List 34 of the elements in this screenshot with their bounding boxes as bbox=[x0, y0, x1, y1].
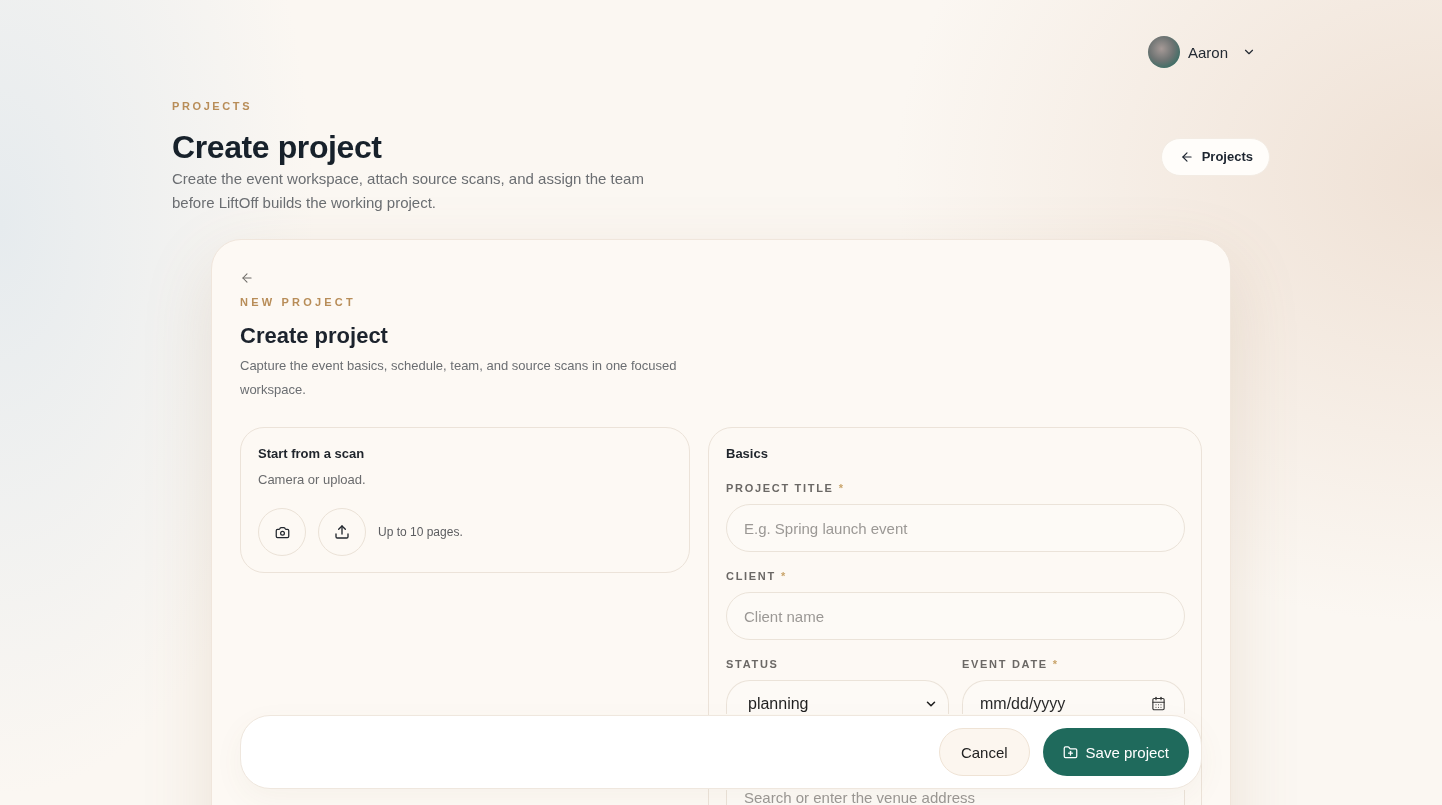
user-menu-button[interactable]: Aaron bbox=[1147, 36, 1256, 68]
input-field[interactable]: Client name bbox=[726, 592, 1185, 640]
required-mark: * bbox=[838, 482, 843, 494]
folder-plus-icon bbox=[1062, 744, 1078, 760]
page-limit-note: Up to 10 pages. bbox=[378, 525, 463, 539]
back-button[interactable] bbox=[240, 271, 254, 285]
input-field[interactable]: E.g. Spring launch event bbox=[726, 504, 1185, 552]
page-title: Create project bbox=[172, 128, 383, 167]
panel-title: Basics bbox=[726, 445, 769, 463]
panel-title: Start from a scan bbox=[258, 445, 366, 463]
status-select[interactable]: planning bbox=[726, 680, 949, 714]
card-title: Create project bbox=[240, 322, 389, 350]
save-project-button[interactable]: Save project bbox=[1042, 728, 1189, 776]
field-label: CLIENT bbox=[726, 570, 776, 582]
upload-icon bbox=[334, 524, 350, 540]
cancel-button[interactable]: Cancel bbox=[938, 728, 1030, 776]
projects-back-button[interactable]: Projects bbox=[1160, 137, 1270, 176]
card-eyebrow: NEW PROJECT bbox=[240, 295, 357, 310]
arrow-left-icon bbox=[240, 271, 254, 285]
required-mark: * bbox=[780, 570, 786, 582]
venue-search-field[interactable]: Search or enter the venue address bbox=[726, 790, 1185, 805]
calendar-icon bbox=[1151, 696, 1166, 711]
field-label: STATUS bbox=[726, 658, 779, 670]
field-label: PROJECT TITLE bbox=[726, 482, 834, 494]
date-field[interactable]: mm/dd/yyyy bbox=[962, 680, 1185, 714]
avatar bbox=[1147, 36, 1180, 68]
camera-icon bbox=[274, 524, 290, 540]
arrow-left-icon bbox=[1179, 149, 1194, 164]
page-description: Create the event workspace, attach source scans, and assign the team before LiftOff builds the working project. bbox=[172, 169, 645, 213]
required-mark: * bbox=[1052, 658, 1058, 670]
panel-subtitle: Camera or upload. bbox=[258, 471, 367, 489]
field-label: EVENT DATE bbox=[962, 658, 1048, 670]
card-description: Capture the event basics, schedule, team, and source scans in one focused workspace. bbox=[240, 357, 678, 399]
page-eyebrow: PROJECTS bbox=[172, 99, 254, 114]
